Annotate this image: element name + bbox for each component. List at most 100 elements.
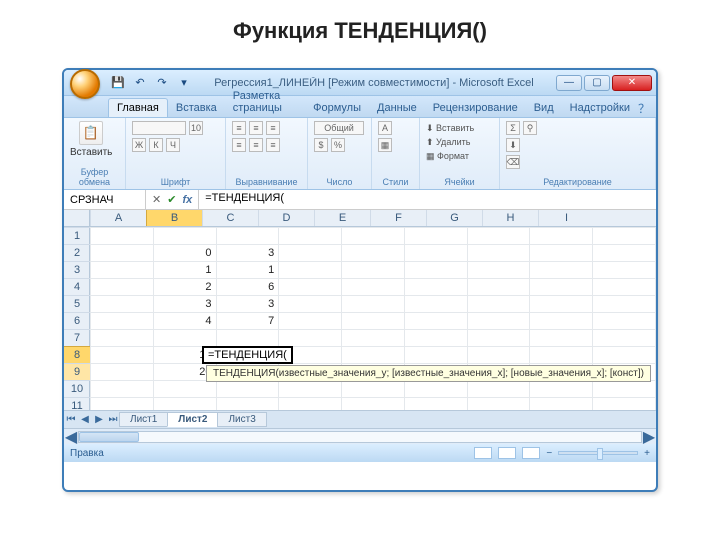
col-header-f[interactable]: F xyxy=(370,210,426,226)
formula-input[interactable]: =ТЕНДЕНЦИЯ( xyxy=(199,190,656,209)
col-header-e[interactable]: E xyxy=(314,210,370,226)
name-box[interactable]: СРЗНАЧ xyxy=(64,190,146,209)
autosum-icon[interactable]: Σ xyxy=(506,121,520,135)
cell-c4: 6 xyxy=(216,279,279,296)
row-header-3[interactable]: 3 xyxy=(64,261,90,278)
close-button[interactable]: ✕ xyxy=(612,75,652,91)
row-header-1[interactable]: 1 xyxy=(64,227,90,244)
zoom-slider[interactable] xyxy=(558,451,638,455)
redo-icon[interactable]: ↷ xyxy=(154,75,170,91)
col-header-i[interactable]: I xyxy=(538,210,594,226)
group-font-label: Шрифт xyxy=(132,177,219,187)
undo-icon[interactable]: ↶ xyxy=(132,75,148,91)
fx-icon[interactable]: fx xyxy=(182,194,192,206)
maximize-button[interactable]: ▢ xyxy=(584,75,610,91)
row-header-5[interactable]: 5 xyxy=(64,295,90,312)
col-header-g[interactable]: G xyxy=(426,210,482,226)
row-header-2[interactable]: 2 xyxy=(64,244,90,261)
enter-formula-icon[interactable]: ✔ xyxy=(167,193,176,206)
cancel-formula-icon[interactable]: ✕ xyxy=(152,193,161,206)
slide-title: Функция ТЕНДЕНЦИЯ() xyxy=(0,0,720,58)
format-cells-button[interactable]: ▦ Формат xyxy=(426,149,474,163)
col-header-d[interactable]: D xyxy=(258,210,314,226)
col-header-h[interactable]: H xyxy=(482,210,538,226)
group-cells-label: Ячейки xyxy=(426,177,493,187)
tab-review[interactable]: Рецензирование xyxy=(425,99,526,117)
row-header-6[interactable]: 6 xyxy=(64,312,90,329)
align-left-icon[interactable]: ≡ xyxy=(232,138,246,152)
scroll-right-icon[interactable]: ▶ xyxy=(642,427,656,447)
delete-cells-button[interactable]: ⬆ Удалить xyxy=(426,135,474,149)
percent-icon[interactable]: % xyxy=(331,138,345,152)
status-mode: Правка xyxy=(70,448,104,459)
col-header-c[interactable]: C xyxy=(202,210,258,226)
row-header-7[interactable]: 7 xyxy=(64,329,90,346)
col-header-b[interactable]: B xyxy=(146,210,202,226)
view-pagebreak-icon[interactable] xyxy=(522,447,540,459)
view-normal-icon[interactable] xyxy=(474,447,492,459)
align-bottom-icon[interactable]: ≡ xyxy=(266,121,280,135)
align-middle-icon[interactable]: ≡ xyxy=(249,121,263,135)
cell-c3: 1 xyxy=(216,262,279,279)
align-center-icon[interactable]: ≡ xyxy=(249,138,263,152)
window-controls: — ▢ ✕ xyxy=(556,75,652,91)
tab-data[interactable]: Данные xyxy=(369,99,425,117)
zoom-out-icon[interactable]: − xyxy=(546,448,552,459)
group-editing-label: Редактирование xyxy=(506,177,649,187)
paste-button[interactable]: 📋 Вставить xyxy=(70,121,112,158)
cell-b2: 0 xyxy=(153,245,216,262)
cell-b5: 3 xyxy=(153,296,216,313)
scroll-thumb[interactable] xyxy=(79,432,139,442)
minimize-button[interactable]: — xyxy=(556,75,582,91)
sort-filter-icon[interactable]: ⚲ xyxy=(523,121,537,135)
align-top-icon[interactable]: ≡ xyxy=(232,121,246,135)
horizontal-scrollbar[interactable]: ◀ ▶ xyxy=(64,428,656,444)
insert-cells-button[interactable]: ⬇ Вставить xyxy=(426,121,474,135)
office-orb[interactable] xyxy=(70,69,100,99)
row-header-11[interactable]: 11 xyxy=(64,397,90,410)
cell-c2: 3 xyxy=(216,245,279,262)
currency-icon[interactable]: $ xyxy=(314,138,328,152)
sheet-nav-first[interactable]: ⏮ xyxy=(64,414,78,425)
scroll-left-icon[interactable]: ◀ xyxy=(64,427,78,447)
bold-icon[interactable]: Ж xyxy=(132,138,146,152)
sheet-tab-1[interactable]: Лист1 xyxy=(119,412,168,427)
view-layout-icon[interactable] xyxy=(498,447,516,459)
qat-more-icon[interactable]: ▾ xyxy=(176,75,192,91)
help-icon[interactable]: ？ xyxy=(638,100,650,117)
zoom-in-icon[interactable]: + xyxy=(644,448,650,459)
italic-icon[interactable]: К xyxy=(149,138,163,152)
underline-icon[interactable]: Ч xyxy=(166,138,180,152)
align-right-icon[interactable]: ≡ xyxy=(266,138,280,152)
formula-bar: СРЗНАЧ ✕ ✔ fx =ТЕНДЕНЦИЯ( xyxy=(64,190,656,210)
tab-formulas[interactable]: Формулы xyxy=(305,99,369,117)
font-size-box[interactable]: 10 xyxy=(189,121,203,135)
sheet-tab-2[interactable]: Лист2 xyxy=(167,412,218,427)
tab-insert[interactable]: Вставка xyxy=(168,99,225,117)
tab-home[interactable]: Главная xyxy=(108,98,168,117)
cell-grid[interactable]: 03 11 26 33 47 10 20 xyxy=(90,227,656,410)
row-header-10[interactable]: 10 xyxy=(64,380,90,397)
sheet-nav-next[interactable]: ▶ xyxy=(92,414,106,425)
select-all-corner[interactable] xyxy=(64,210,90,226)
row-header-9[interactable]: 9 xyxy=(64,363,90,380)
fill-icon[interactable]: ⬇ xyxy=(506,138,520,152)
table-style-icon[interactable]: ▦ xyxy=(378,138,392,152)
number-format-box[interactable]: Общий xyxy=(314,121,364,135)
cond-format-icon[interactable]: A xyxy=(378,121,392,135)
active-cell-editor[interactable]: =ТЕНДЕНЦИЯ( xyxy=(202,346,293,364)
row-headers: 1 2 3 4 5 6 7 8 9 10 11 xyxy=(64,227,90,410)
sheet-nav-prev[interactable]: ◀ xyxy=(78,414,92,425)
row-header-8[interactable]: 8 xyxy=(64,346,90,363)
save-icon[interactable]: 💾 xyxy=(110,75,126,91)
font-name-box[interactable] xyxy=(132,121,186,135)
sheet-tab-3[interactable]: Лист3 xyxy=(217,412,266,427)
sheet-nav-last[interactable]: ⏭ xyxy=(106,414,120,425)
tab-view[interactable]: Вид xyxy=(526,99,562,117)
tab-page-layout[interactable]: Разметка страницы xyxy=(225,87,305,117)
tab-addins[interactable]: Надстройки xyxy=(562,99,638,117)
col-header-a[interactable]: A xyxy=(90,210,146,226)
clear-icon[interactable]: ⌫ xyxy=(506,155,520,169)
row-header-4[interactable]: 4 xyxy=(64,278,90,295)
column-headers: A B C D E F G H I xyxy=(64,210,656,227)
